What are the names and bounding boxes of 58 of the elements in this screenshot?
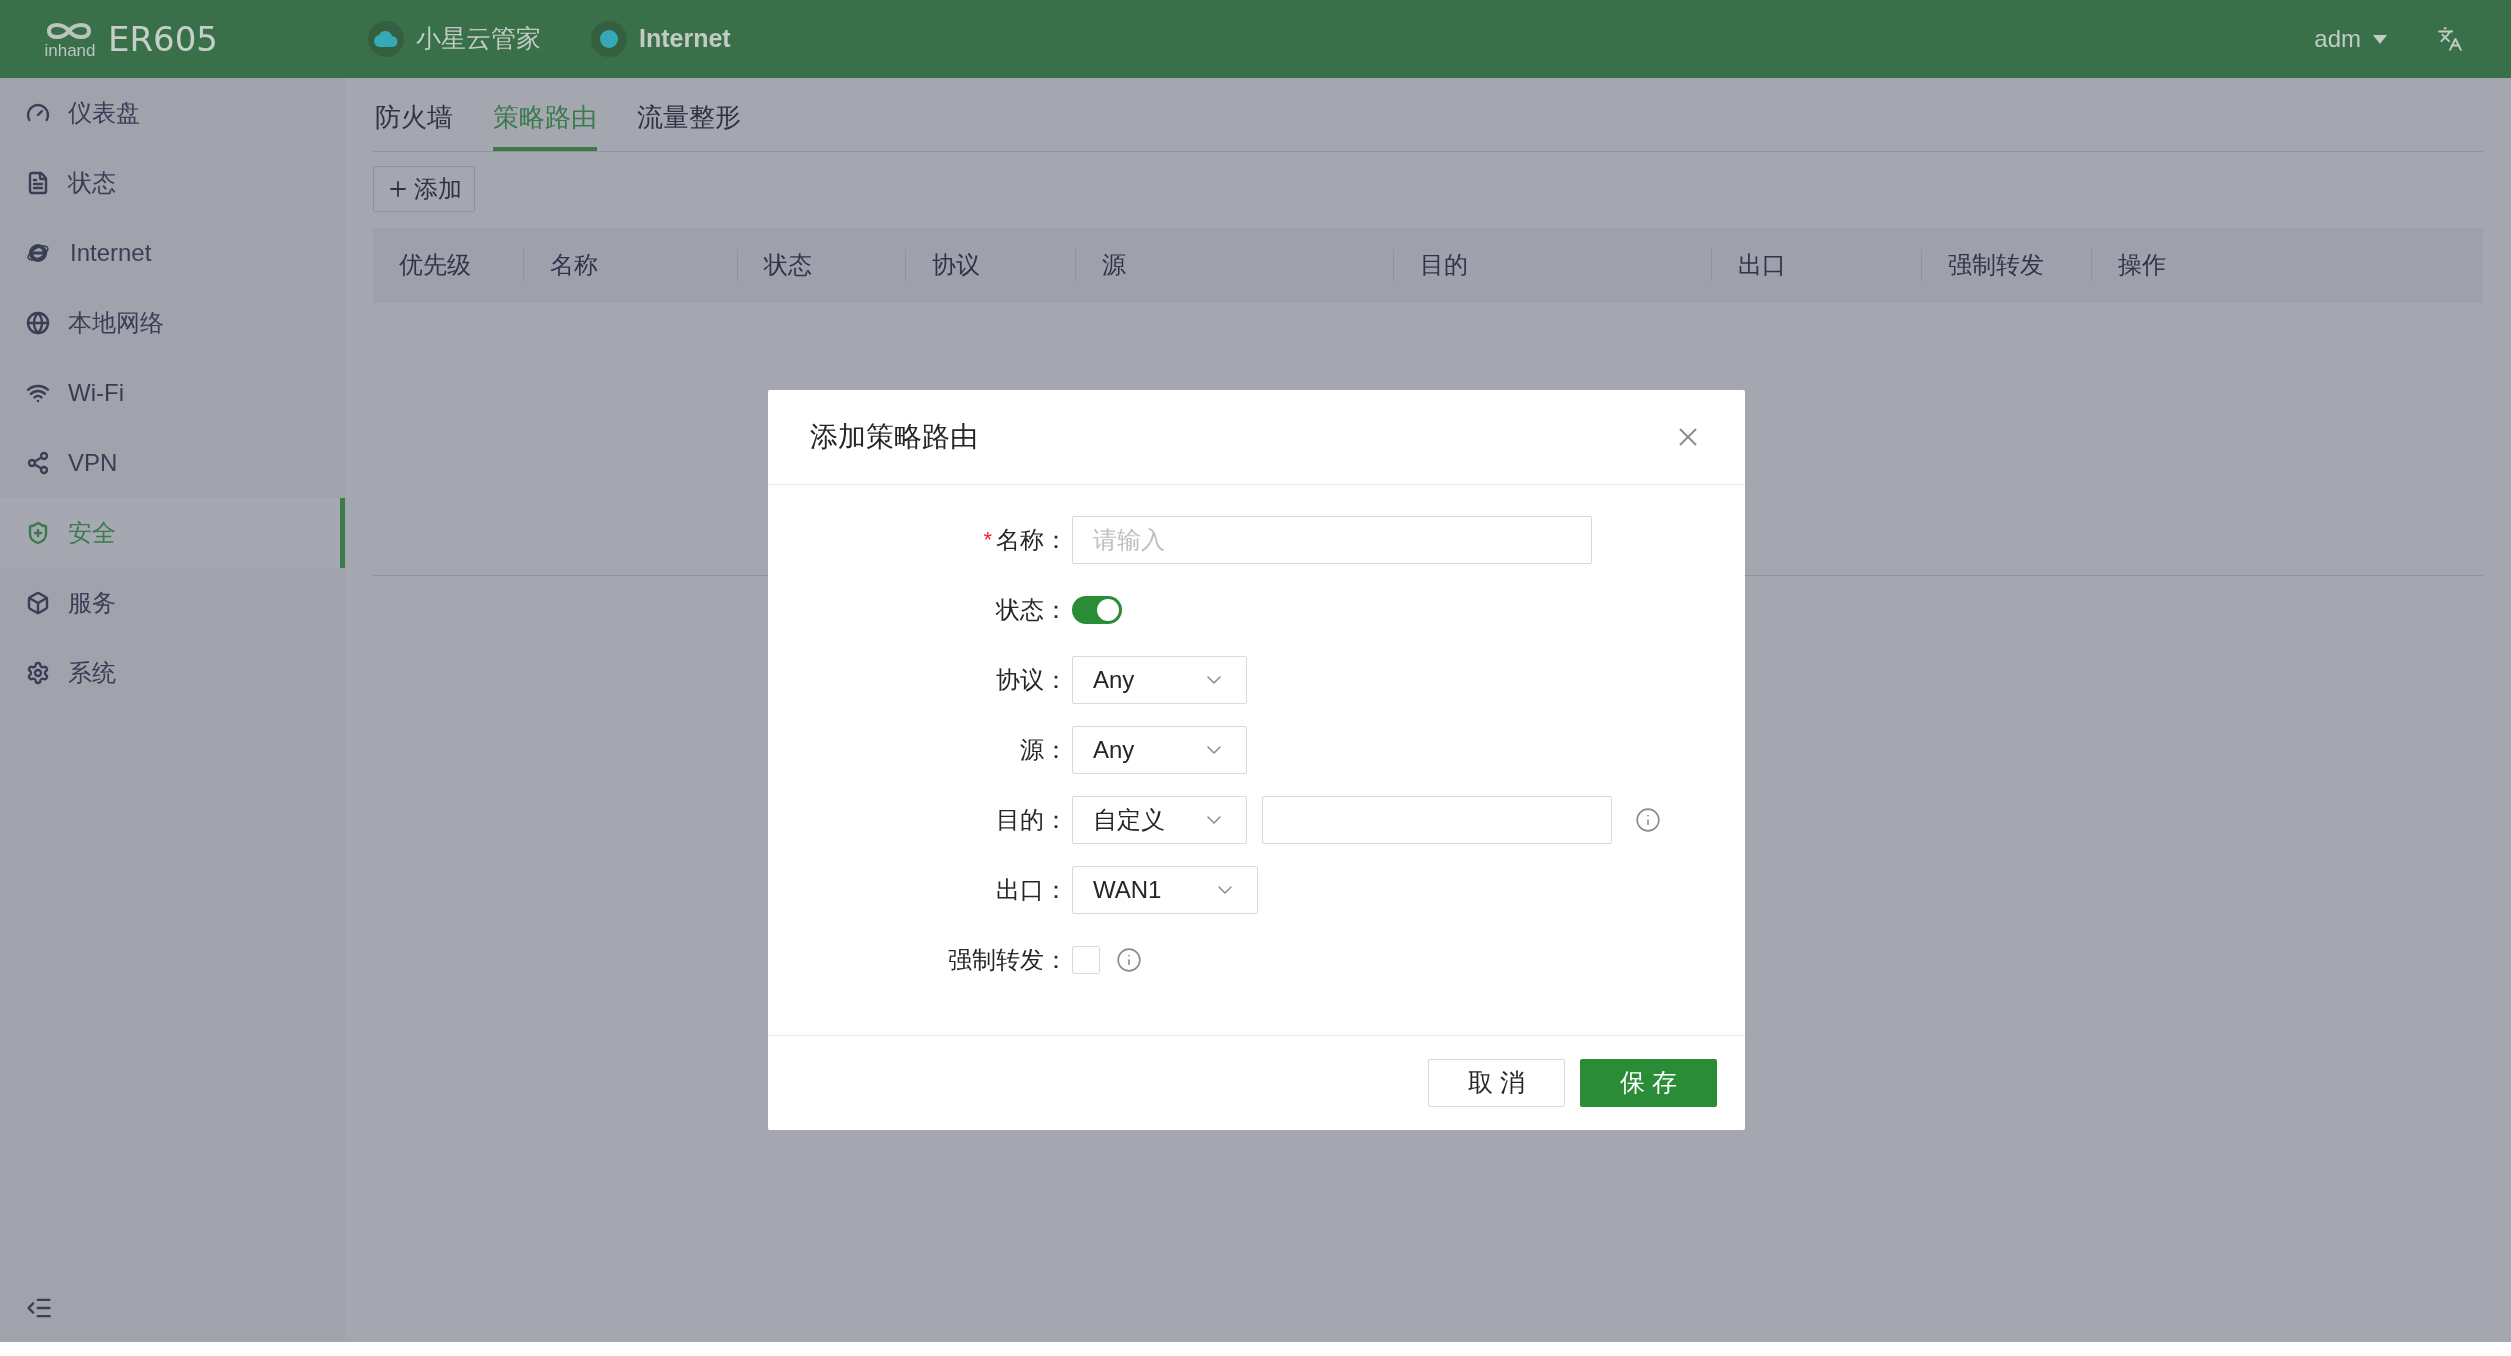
select-field[interactable]: 自定义 xyxy=(1072,796,1247,844)
sidebar-item[interactable]: 本地网络 xyxy=(0,288,345,358)
network-icon xyxy=(26,451,50,475)
brand-logo: inhand xyxy=(40,19,100,59)
add-button[interactable]: 添加 xyxy=(373,166,475,212)
name-field[interactable]: 请输入 xyxy=(1072,516,1592,564)
sidebar-item[interactable]: 状态 xyxy=(0,148,345,218)
model-name: ER605 xyxy=(108,17,218,61)
tab[interactable]: 防火墙 xyxy=(375,88,453,151)
sidebar-item[interactable]: Wi-Fi xyxy=(0,358,345,428)
field-label: 强制转发： xyxy=(948,945,1068,975)
field-label: 状态： xyxy=(996,595,1068,625)
document-icon xyxy=(26,171,50,195)
cloud-icon xyxy=(374,31,398,47)
sidebar-item[interactable]: 安全 xyxy=(0,498,345,568)
tab[interactable]: 流量整形 xyxy=(637,88,741,151)
user-menu[interactable]: adm xyxy=(2314,21,2387,57)
cube-icon xyxy=(26,591,50,615)
shield-icon xyxy=(26,521,50,545)
column-header: 目的 xyxy=(1420,249,1468,280)
save-button[interactable]: 保 存 xyxy=(1580,1059,1717,1107)
info-icon[interactable] xyxy=(1116,947,1142,973)
caret-icon xyxy=(2373,34,2387,44)
field-label: 源： xyxy=(1020,735,1068,765)
dialog-title: 添加策略路由 xyxy=(810,420,978,454)
sidebar-item[interactable]: 系统 xyxy=(0,638,345,708)
column-header: 强制转发 xyxy=(1948,249,2044,280)
column-header: 状态 xyxy=(764,249,812,280)
select-field[interactable]: WAN1 xyxy=(1072,866,1258,914)
status-label: Internet xyxy=(639,23,731,55)
status-switch[interactable] xyxy=(1072,596,1122,624)
field-label: 协议： xyxy=(996,665,1068,695)
language-icon[interactable] xyxy=(2437,26,2463,52)
checkbox[interactable] xyxy=(1072,946,1100,974)
column-header: 协议 xyxy=(932,249,980,280)
sidebar-item[interactable]: Internet xyxy=(0,218,345,288)
destination-field[interactable] xyxy=(1262,796,1612,844)
column-header: 操作 xyxy=(2118,249,2166,280)
field-label: 名称： xyxy=(996,525,1068,555)
settings-icon xyxy=(26,661,50,685)
status-label: 小星云管家 xyxy=(416,23,541,55)
globe-icon xyxy=(26,311,50,335)
tab[interactable]: 策略路由 xyxy=(493,88,597,151)
column-header: 出口 xyxy=(1738,249,1786,280)
required-mark: * xyxy=(983,529,992,551)
cancel-button[interactable]: 取 消 xyxy=(1428,1059,1565,1107)
browser-icon xyxy=(26,241,52,265)
column-header: 名称 xyxy=(550,249,598,280)
column-header: 源 xyxy=(1102,249,1126,280)
sidebar-item[interactable]: 服务 xyxy=(0,568,345,638)
sidebar-item[interactable]: 仪表盘 xyxy=(0,78,345,148)
sidebar-item[interactable]: VPN xyxy=(0,428,345,498)
select-field[interactable]: Any xyxy=(1072,726,1247,774)
field-label: 出口： xyxy=(996,875,1068,905)
info-icon[interactable] xyxy=(1635,807,1661,833)
field-label: 目的： xyxy=(996,805,1068,835)
column-header: 优先级 xyxy=(399,249,471,280)
select-field[interactable]: Any xyxy=(1072,656,1247,704)
